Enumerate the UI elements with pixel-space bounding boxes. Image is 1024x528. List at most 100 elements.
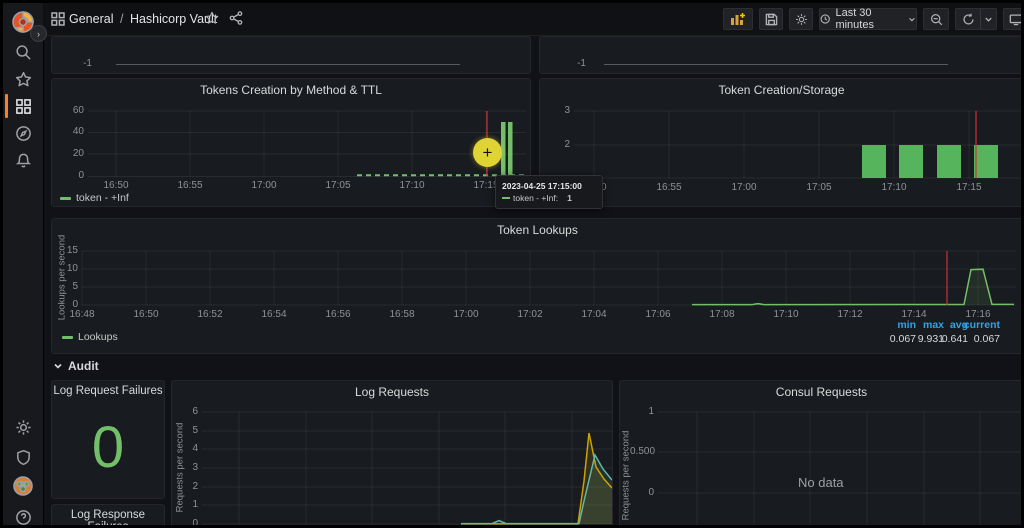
chart-cut-left: [116, 64, 460, 65]
x-tick: 17:10: [881, 182, 907, 193]
tooltip-timestamp: 2023-04-25 17:15:00: [502, 181, 582, 191]
y-tick: 1: [192, 499, 198, 510]
x-tick: 16:50: [133, 309, 159, 320]
series-bar: [508, 122, 513, 177]
search-icon[interactable]: [13, 42, 33, 62]
cycle-view-mode-button[interactable]: [1003, 8, 1021, 30]
help-icon[interactable]: [13, 507, 33, 525]
panel-cut-top-left[interactable]: -1: [51, 36, 531, 74]
alerting-icon[interactable]: [13, 150, 33, 170]
x-tick: 16:55: [656, 182, 682, 193]
legend-swatch: [62, 335, 73, 339]
clock-icon: [820, 14, 830, 24]
zoom-out-button[interactable]: [923, 8, 949, 30]
chart-token-storage: [574, 110, 1021, 179]
active-nav-indicator: [5, 94, 8, 118]
panel-log-request-failures: Log Request Failures 0: [51, 380, 165, 499]
y-tick: 2: [192, 481, 198, 492]
chevron-down-icon: [985, 17, 992, 22]
stat-value: 0: [91, 415, 125, 480]
explore-icon[interactable]: [13, 123, 33, 143]
time-range-picker[interactable]: Last 30 minutes: [819, 7, 917, 31]
y-tick: 3: [192, 462, 198, 473]
graph-tooltip: 2023-04-25 17:15:00 token - +Inf: 1: [495, 175, 603, 209]
breadcrumb-folder[interactable]: General: [69, 12, 113, 26]
x-tick: 17:05: [325, 180, 351, 191]
save-dashboard-button[interactable]: [759, 8, 783, 30]
grafana-app: › General / Hashicorp Vault Last 30 minu…: [0, 0, 1024, 528]
y-tick: 10: [66, 263, 78, 274]
legend-item[interactable]: Lookups: [62, 331, 118, 343]
legend-label[interactable]: Lookups: [78, 331, 118, 343]
legend-label[interactable]: token - +Inf: [76, 192, 129, 204]
legend-swatch: [60, 196, 71, 200]
refresh-button[interactable]: [955, 8, 981, 30]
chevron-down-icon: [909, 17, 915, 22]
x-tick: 17:10: [399, 180, 425, 191]
tooltip-series-label: token - +Inf:: [513, 193, 559, 203]
sidebar: [3, 3, 44, 525]
time-range-label: Last 30 minutes: [835, 7, 874, 31]
x-tick: 16:50: [103, 180, 129, 191]
dashboard-settings-button[interactable]: [789, 8, 813, 30]
y-tick: 0: [648, 487, 654, 498]
x-tick: 17:05: [806, 182, 832, 193]
sidebar-expand-chevron[interactable]: ›: [30, 25, 47, 42]
server-admin-shield-icon[interactable]: [13, 447, 33, 467]
x-tick: 17:00: [453, 309, 479, 320]
y-tick: 4: [192, 443, 198, 454]
series-bar: [862, 145, 886, 178]
profile-avatar[interactable]: [13, 476, 33, 496]
legend-item[interactable]: token - +Inf: [60, 192, 129, 204]
dashboard-grid-icon[interactable]: [51, 12, 65, 26]
panel-title[interactable]: Log Response Failures: [52, 509, 164, 525]
y-tick: 60: [72, 105, 84, 116]
y-tick: 0: [192, 518, 198, 528]
y-tick: 0: [78, 170, 84, 181]
x-tick: 17:12: [837, 309, 863, 320]
y-tick: 5: [72, 281, 78, 292]
tooltip-series-swatch: [502, 197, 510, 199]
panel-consul-requests: Consul Requests Requests per second 1 0.…: [619, 380, 1021, 525]
panel-title[interactable]: Log Request Failures: [52, 385, 164, 397]
y-tick: 1: [648, 406, 654, 417]
x-tick: 16:56: [325, 309, 351, 320]
x-tick: 17:06: [645, 309, 671, 320]
dashboards-icon[interactable]: [13, 96, 33, 116]
x-tick: 17:00: [731, 182, 757, 193]
x-tick: 16:58: [389, 309, 415, 320]
star-dashboard-icon[interactable]: [205, 11, 219, 25]
starred-icon[interactable]: [13, 69, 33, 89]
y-tick: 2: [564, 139, 570, 150]
x-tick: 17:10: [773, 309, 799, 320]
configuration-icon[interactable]: [13, 417, 33, 437]
panel-token-storage: Token Creation/Storage 3 2 16:50 16:55 1…: [539, 78, 1021, 207]
stat-header-current[interactable]: current: [956, 319, 1000, 331]
chevron-down-icon: [54, 363, 62, 369]
x-tick: 17:15: [956, 182, 982, 193]
breadcrumb[interactable]: General / Hashicorp Vault: [69, 12, 217, 26]
chart-log-requests: [202, 411, 612, 525]
panel-token-lookups: Token Lookups Lookups per second 15 10 5…: [51, 218, 1021, 354]
section-header-audit[interactable]: Audit: [53, 359, 99, 373]
series-bar: [974, 145, 998, 178]
chart-consul-requests: [658, 411, 1020, 525]
chart-cut-right: [604, 64, 948, 65]
panel-cut-top-right[interactable]: -1: [539, 36, 1021, 74]
breadcrumb-separator: /: [119, 12, 124, 26]
y-tick: 40: [72, 126, 84, 137]
y-tick: 0.500: [630, 446, 656, 457]
add-panel-button[interactable]: [723, 8, 753, 30]
x-tick: 16:54: [261, 309, 287, 320]
y-tick: 15: [66, 245, 78, 256]
x-tick: 17:08: [709, 309, 735, 320]
x-tick: 17:04: [581, 309, 607, 320]
y-tick: 3: [564, 105, 570, 116]
share-icon[interactable]: [229, 11, 243, 25]
panel-log-response-failures: Log Response Failures: [51, 504, 165, 525]
series-bar: [899, 145, 923, 178]
stat-value-current: 0.067: [973, 333, 1000, 345]
x-tick: 16:48: [69, 309, 95, 320]
refresh-interval-dropdown[interactable]: [980, 8, 997, 30]
navbar: General / Hashicorp Vault Last 30 minute…: [43, 3, 1021, 36]
